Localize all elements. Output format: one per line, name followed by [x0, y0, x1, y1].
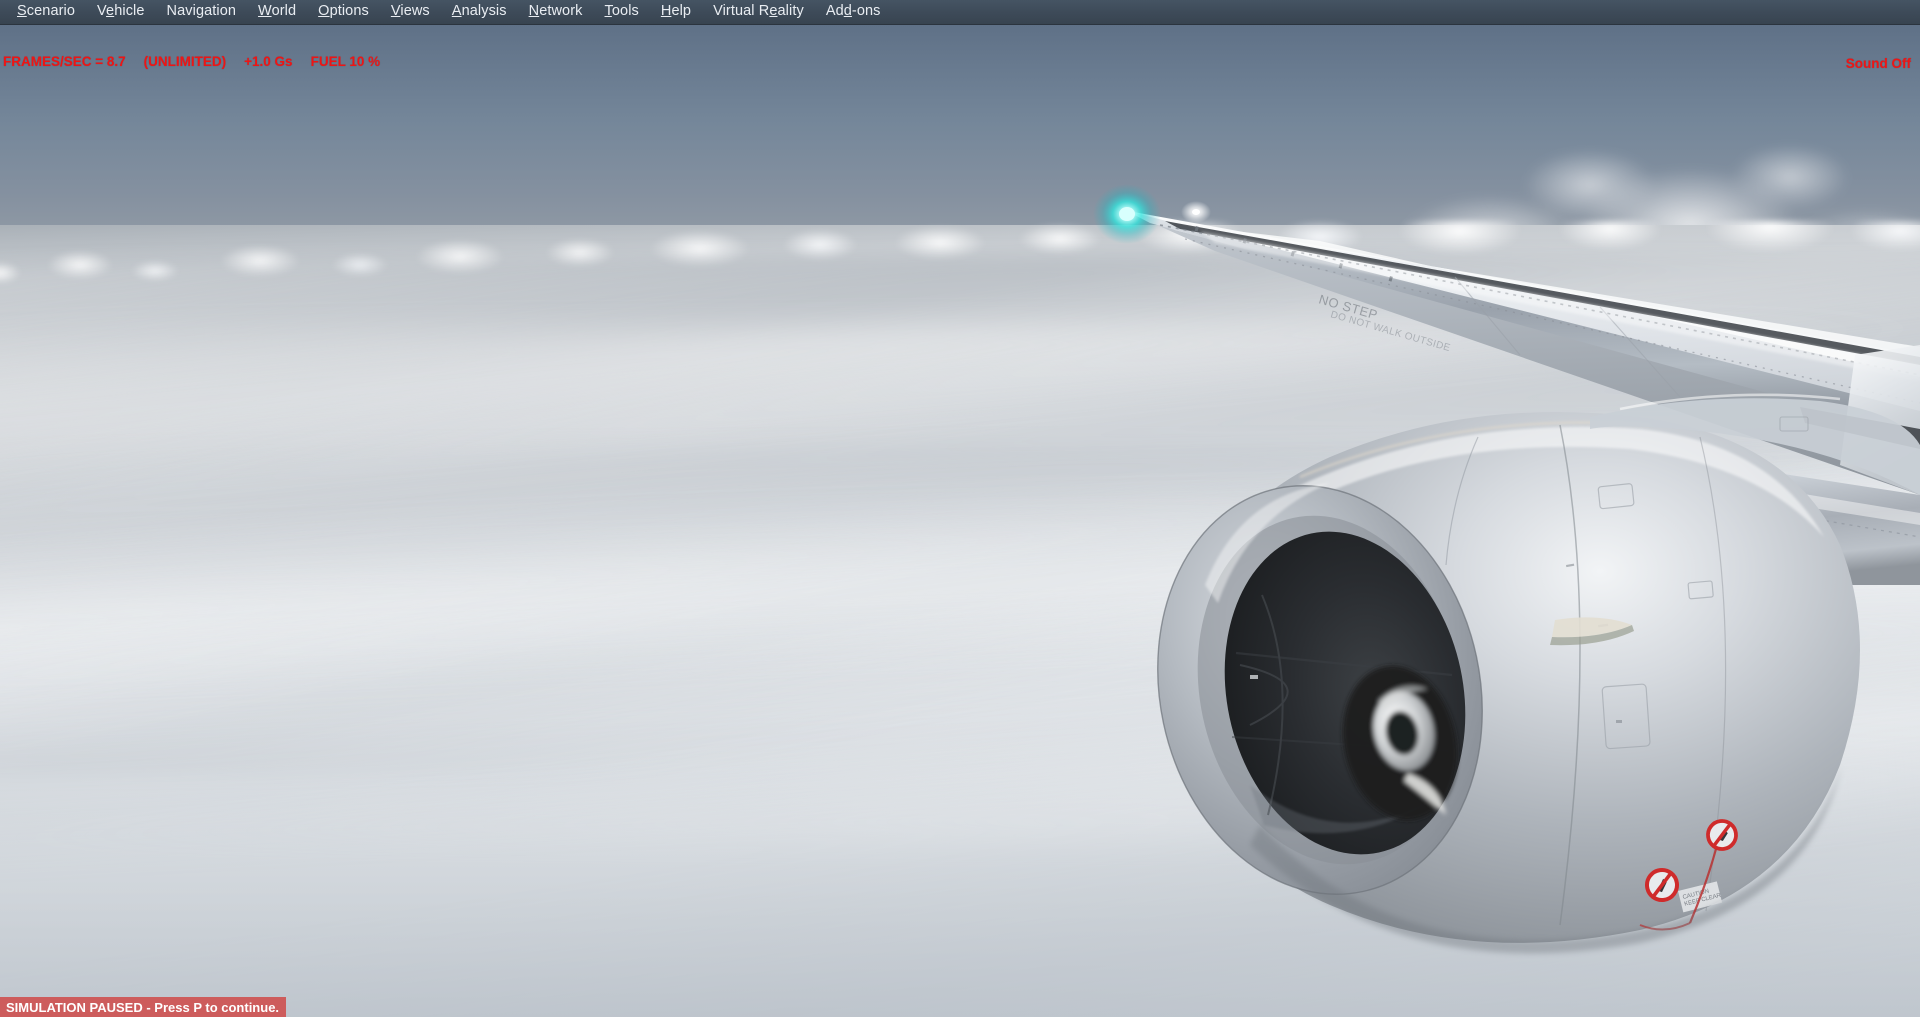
engine-nacelle: CAUTION KEEP CLEAR: [1157, 412, 1860, 954]
hud-fuel: FUEL 10 %: [310, 54, 381, 69]
menu-virtual-reality[interactable]: Virtual Reality: [702, 2, 815, 22]
menu-vehicle[interactable]: Vehicle: [86, 2, 155, 22]
hud-info-row: FRAMES/SEC = 8.7 (UNLIMITED) +1.0 Gs FUE…: [3, 55, 380, 69]
hud-frame-limit: (UNLIMITED): [143, 54, 227, 69]
menu-scenario[interactable]: Scenario: [6, 2, 86, 22]
flight-simulator-window: Scenario Vehicle Navigation World Options Vie…: [0, 0, 1920, 1017]
aircraft-exterior: NO STEP DO NOT WALK OUTSIDE CAUTION KEEP…: [1093, 184, 1920, 954]
menu-network[interactable]: Network: [518, 2, 594, 22]
simulation-paused-message: SIMULATION PAUSED - Press P to continue.: [6, 999, 280, 1015]
menu-analysis[interactable]: Analysis: [441, 2, 518, 22]
simulation-paused-banner: SIMULATION PAUSED - Press P to continue.: [0, 997, 287, 1017]
menu-bar: Scenario Vehicle Navigation World Options Vie…: [0, 0, 1920, 25]
menu-help[interactable]: Help: [650, 2, 702, 22]
wingtip-strobe-light-core: [1192, 209, 1200, 215]
menu-navigation[interactable]: Navigation: [156, 2, 248, 22]
hud-g-force: +1.0 Gs: [244, 54, 293, 69]
menu-options[interactable]: Options: [307, 2, 380, 22]
wingtip-navigation-light-core: [1119, 207, 1135, 221]
hud-frames-per-second: FRAMES/SEC = 8.7: [3, 54, 126, 69]
menu-tools[interactable]: Tools: [594, 2, 650, 22]
menu-world[interactable]: World: [247, 2, 307, 22]
hud-sound-status-wrapper: Sound Off: [1846, 55, 1911, 73]
hud-sound-status: Sound Off: [1845, 56, 1911, 71]
simulation-viewport[interactable]: NO STEP DO NOT WALK OUTSIDE CAUTION KEEP…: [0, 25, 1920, 1017]
menu-add-ons[interactable]: Add-ons: [815, 2, 892, 22]
menu-views[interactable]: Views: [380, 2, 441, 22]
